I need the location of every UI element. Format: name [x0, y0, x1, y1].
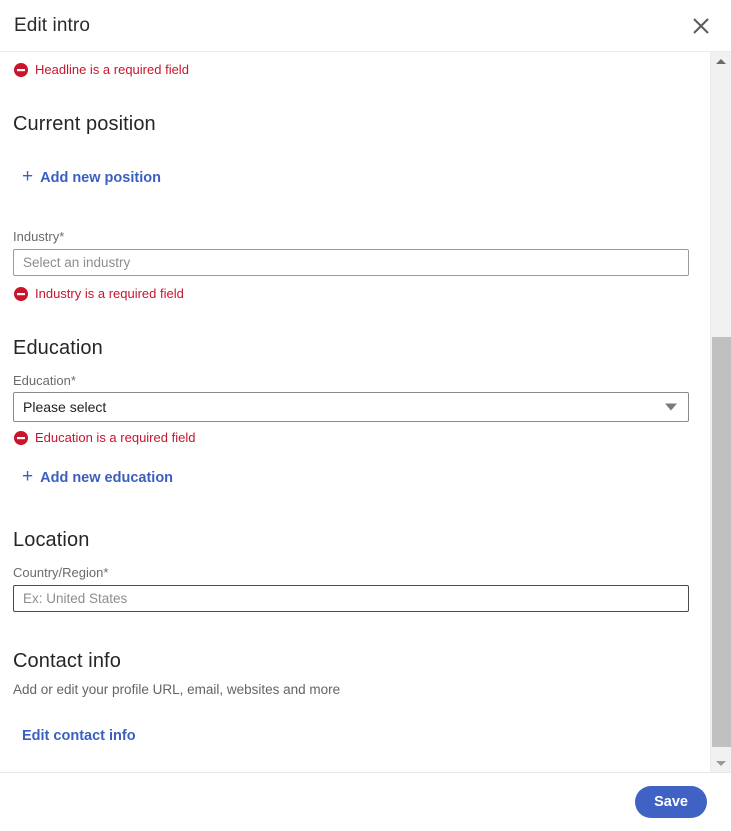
close-icon [690, 15, 712, 37]
page-title: Edit intro [14, 14, 90, 36]
error-icon [14, 431, 28, 445]
section-heading-current-position: Current position [13, 113, 156, 135]
section-heading-contact-info: Contact info [13, 650, 121, 672]
education-label: Education* [13, 373, 76, 388]
add-new-position-label: Add new position [40, 169, 161, 186]
industry-error-message: Industry is a required field [14, 287, 184, 301]
industry-label: Industry* [13, 229, 65, 244]
education-select[interactable]: Please select [13, 392, 689, 422]
add-new-education-label: Add new education [40, 469, 174, 486]
country-region-label: Country/Region* [13, 565, 109, 580]
contact-info-description: Add or edit your profile URL, email, web… [13, 682, 341, 697]
scroll-up-arrow-icon [716, 58, 726, 64]
vertical-scrollbar[interactable] [710, 52, 731, 772]
error-icon [14, 287, 28, 301]
edit-contact-info-link[interactable]: Edit contact info [22, 728, 136, 744]
scrollbar-thumb[interactable] [712, 337, 731, 747]
dialog-footer: Save [0, 772, 731, 831]
section-heading-location: Location [13, 529, 90, 551]
country-region-input[interactable] [13, 585, 689, 612]
industry-input[interactable] [13, 249, 689, 276]
education-select-value-box[interactable]: Please select [13, 392, 689, 422]
error-icon [14, 63, 28, 77]
headline-error-text: Headline is a required field [35, 62, 189, 77]
add-new-education-link[interactable]: + Add new education [22, 466, 174, 487]
add-new-position-link[interactable]: + Add new position [22, 166, 161, 187]
education-error-text: Education is a required field [35, 430, 196, 445]
edit-intro-dialog: Edit intro Headline is a required field … [0, 0, 731, 831]
close-button[interactable] [683, 8, 719, 44]
headline-error-message: Headline is a required field [14, 63, 189, 77]
plus-icon: + [22, 166, 34, 187]
dialog-body: Headline is a required field Current pos… [0, 52, 710, 772]
dialog-body-scroll-region: Headline is a required field Current pos… [0, 52, 731, 772]
scroll-down-button[interactable] [711, 754, 731, 772]
scroll-up-button[interactable] [711, 52, 731, 70]
save-button[interactable]: Save [635, 786, 707, 818]
scroll-down-arrow-icon [716, 760, 726, 766]
section-heading-education: Education [13, 337, 103, 359]
education-select-value: Please select [23, 399, 107, 415]
education-error-message: Education is a required field [14, 431, 195, 445]
dialog-header: Edit intro [0, 0, 731, 52]
industry-error-text: Industry is a required field [35, 286, 184, 301]
plus-icon: + [22, 466, 34, 487]
